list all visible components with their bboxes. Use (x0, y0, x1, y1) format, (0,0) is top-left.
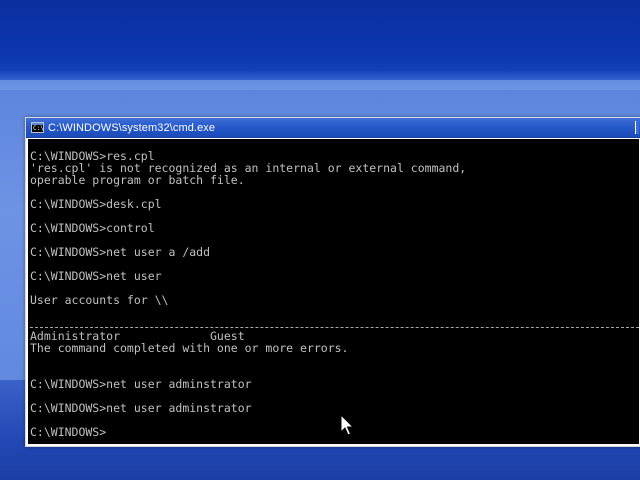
console-output-area[interactable]: C:\WINDOWS>res.cpl'res.cpl' is not recog… (28, 139, 639, 444)
console-line: The command completed with one or more e… (30, 341, 349, 355)
console-divider (30, 327, 639, 328)
console-line: C:\WINDOWS> (30, 425, 107, 439)
window-control-edge[interactable] (635, 121, 639, 134)
console-lines: C:\WINDOWS>res.cpl'res.cpl' is not recog… (30, 150, 466, 438)
console-line: C:\WINDOWS>net user adminstrator (30, 401, 252, 415)
console-line: operable program or batch file. (30, 173, 245, 187)
console-line: User accounts for \\ (30, 293, 169, 307)
cmd-icon-glyph: C:\ (33, 125, 44, 132)
mouse-pointer-icon (340, 414, 354, 436)
window-titlebar[interactable]: C:\ C:\WINDOWS\system32\cmd.exe (26, 118, 640, 138)
desktop-background-glow (0, 70, 640, 90)
cmd-window[interactable]: C:\ C:\WINDOWS\system32\cmd.exe C:\WINDO… (25, 117, 640, 447)
cmd-icon[interactable]: C:\ (31, 122, 44, 133)
console-line: C:\WINDOWS>control (30, 221, 155, 235)
console-line: C:\WINDOWS>net user a /add (30, 245, 211, 259)
console-line: C:\WINDOWS>net user adminstrator (30, 377, 252, 391)
window-title: C:\WINDOWS\system32\cmd.exe (48, 122, 216, 134)
desktop-background-top (0, 0, 640, 80)
console-line: C:\WINDOWS>net user (30, 269, 162, 283)
console-line: C:\WINDOWS>desk.cpl (30, 197, 162, 211)
